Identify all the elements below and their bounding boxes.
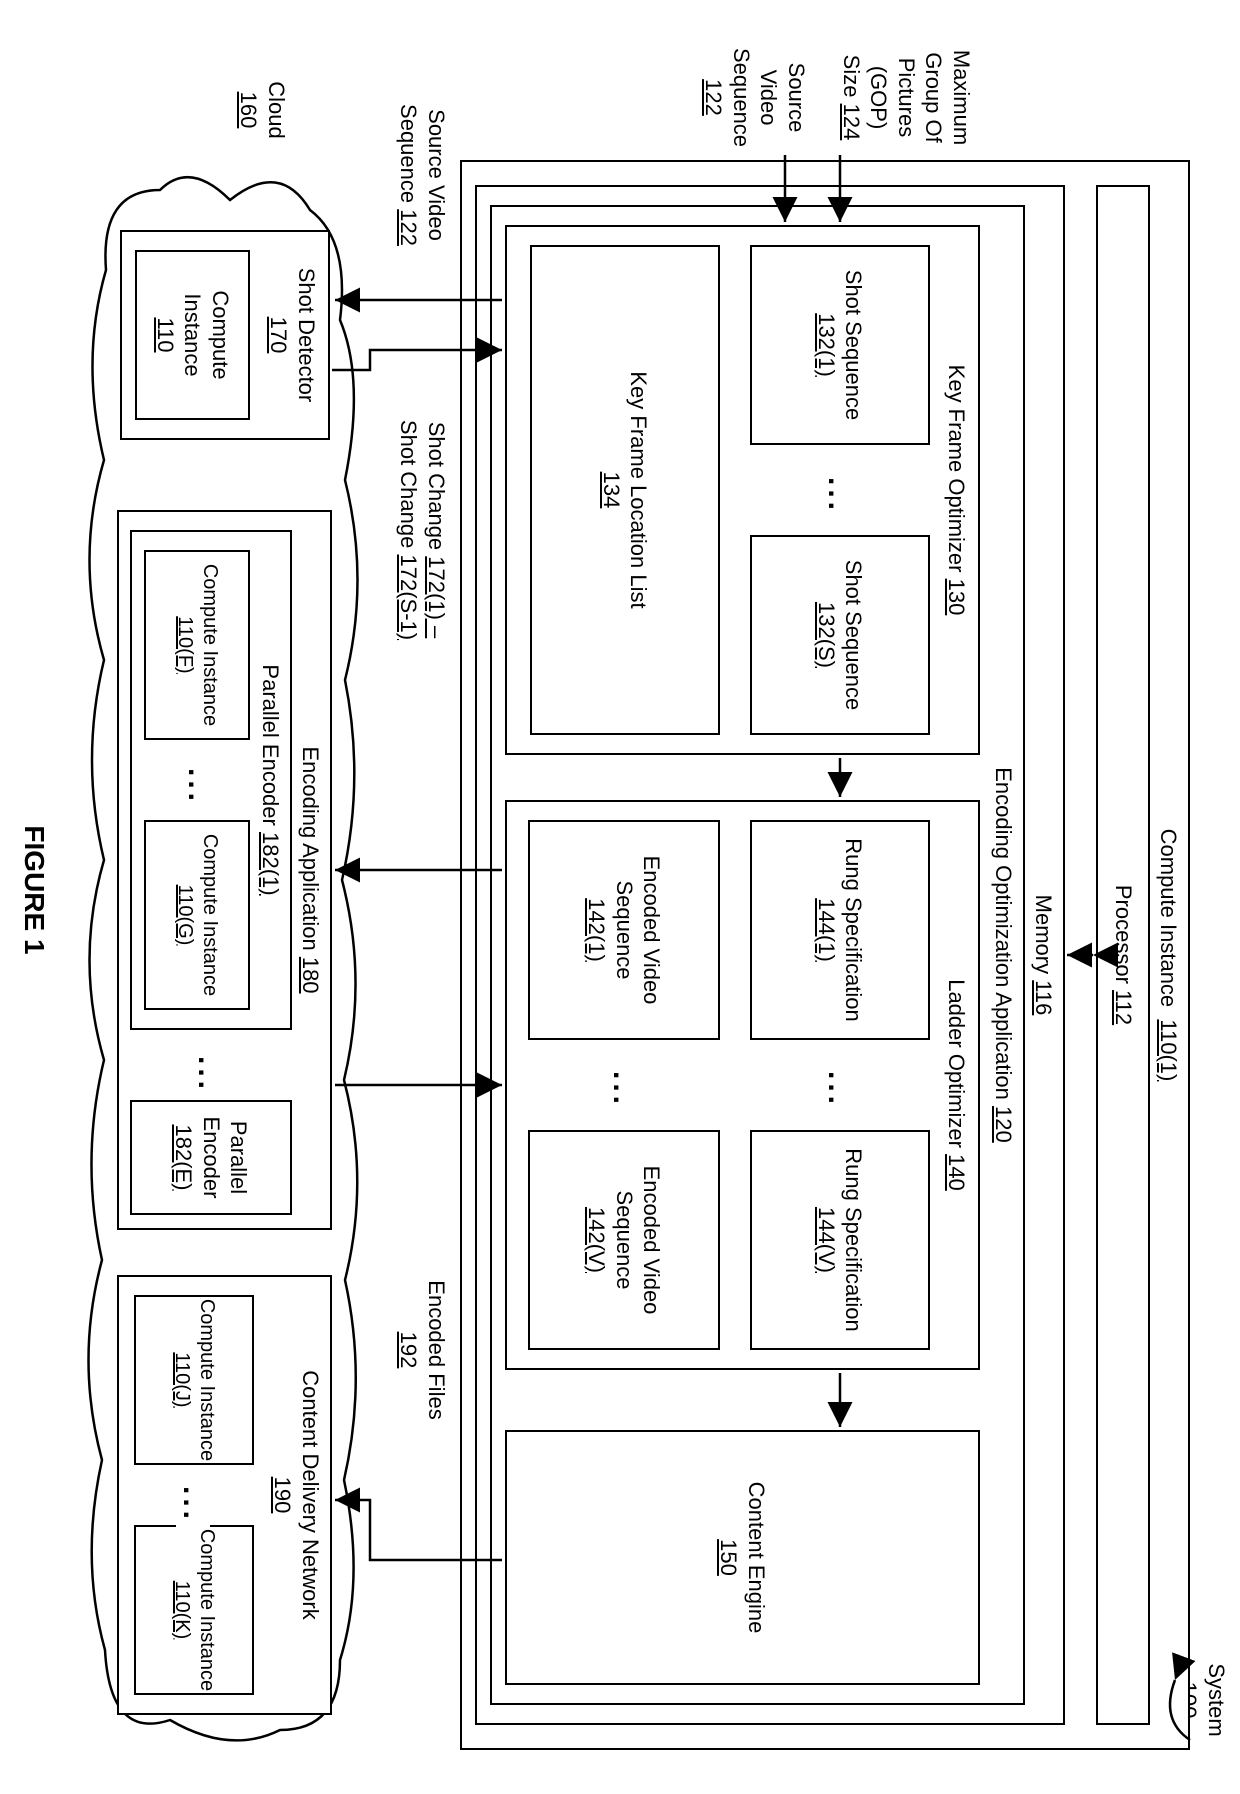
cloud-label: Cloud 160 — [235, 60, 290, 160]
ellipsis-ci-fg: ... — [181, 762, 215, 811]
encoded-files-label: Encoded Files 192 — [395, 1260, 450, 1440]
compute-instance-1-title: Compute Instance 110(1) — [1155, 829, 1183, 1082]
content-engine: Content Engine 150 — [505, 1430, 980, 1685]
ellipsis-ci-jk: ... — [176, 1480, 210, 1529]
figure-caption: FIGURE 1 — [18, 790, 50, 990]
kfll-box: Key Frame Location List 134 — [530, 245, 720, 735]
ellipsis-shot-seq: ... — [821, 471, 855, 520]
processor-title: Processor 112 — [1109, 885, 1137, 1025]
ellipsis-evs: ... — [606, 1065, 640, 1114]
ci-k: Compute Instance 110(K) — [134, 1525, 254, 1695]
evs-1: Encoded Video Sequence 142(1) — [528, 820, 720, 1040]
system-text: System — [1204, 1663, 1229, 1736]
shot-detector-title: Shot Detector170 — [265, 268, 320, 403]
src-video-down-label: Source Video Sequence 122 — [395, 95, 450, 255]
ellipsis-par-enc: ... — [191, 1050, 225, 1099]
rung-v: Rung Specification 144(V) — [750, 1130, 930, 1350]
ellipsis-rung: ... — [821, 1065, 855, 1114]
kfo-title: Key Frame Optimizer 130 — [943, 365, 971, 616]
shot-seq-s: Shot Sequence 132(S) — [750, 535, 930, 735]
evs-v: Encoded Video Sequence 142(V) — [528, 1130, 720, 1350]
eoa-title: Encoding Optimization Application 120 — [990, 767, 1018, 1143]
memory-title: Memory 116 — [1030, 895, 1058, 1016]
diagram-root: System 100 Compute Instance 110(1) Proce… — [0, 0, 1240, 1794]
enc-app-title: Encoding Application 180 — [297, 746, 325, 993]
ci-g: Compute Instance 110(G) — [144, 820, 250, 1010]
max-gop-label: Maximum Group Of Pictures (GOP) Size 124 — [838, 40, 976, 155]
src-video-in-label: Source Video Sequence 122 — [700, 40, 810, 155]
ci-sd: Compute Instance 110 — [135, 250, 250, 420]
shot-seq-1: Shot Sequence 132(1) — [750, 245, 930, 445]
cdn-title: Content Delivery Network190 — [269, 1370, 324, 1619]
ladder-title: Ladder Optimizer 140 — [943, 979, 971, 1191]
shot-change-label: Shot Change 172(1) – Shot Change 172(S-1… — [395, 370, 450, 690]
par-enc-1-title: Parallel Encoder 182(1) — [257, 664, 285, 895]
par-enc-e: Parallel Encoder 182(E) — [130, 1100, 292, 1215]
ci-f: Compute Instance 110(F) — [144, 550, 250, 740]
rung-1: Rung Specification 144(1) — [750, 820, 930, 1040]
processor-box: Processor 112 — [1096, 185, 1150, 1725]
ci-j: Compute Instance 110(J) — [134, 1295, 254, 1465]
